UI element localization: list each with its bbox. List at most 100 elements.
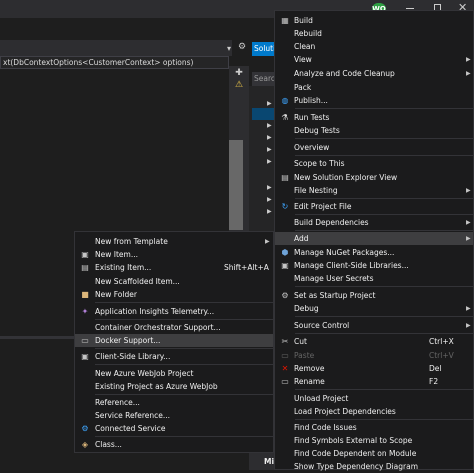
menu-item-unload-project[interactable]: Unload Project (275, 392, 473, 405)
solution-search-input[interactable]: Search Solution Explorer (252, 72, 276, 86)
menu-item-new-solution-view[interactable]: ▤ New Solution Explorer View (275, 171, 473, 184)
run-tests-icon: ⚗ (281, 113, 289, 122)
menu-item-remove[interactable]: ✕ Remove Del (275, 362, 473, 375)
expand-arrow-icon[interactable]: ▶ (267, 158, 272, 165)
menu-item-new-item[interactable]: ▣ New Item... (75, 248, 273, 261)
menu-separator (95, 394, 273, 395)
menu-item-set-startup[interactable]: ⚙ Set as Startup Project (275, 289, 473, 302)
paste-icon: ▭ (281, 351, 289, 360)
expand-arrow-icon[interactable]: ▶ (267, 184, 272, 191)
menu-item-add[interactable]: Add ▶ (275, 232, 473, 245)
minimize-icon[interactable] (406, 8, 414, 9)
class-icon: ◈ (81, 440, 89, 449)
menu-item-docker-support[interactable]: ▭ Docker Support... (75, 334, 273, 347)
menu-item-new-scaffolded-item[interactable]: New Scaffolded Item... (75, 275, 273, 288)
menu-item-cut[interactable]: ✂ Cut Ctrl+X (275, 335, 473, 348)
menu-item-build[interactable]: ▦ Build (275, 14, 473, 27)
submenu-arrow-icon: ▶ (466, 322, 471, 329)
menu-separator (295, 108, 473, 109)
gear-icon[interactable]: ⚙ (238, 42, 246, 52)
folder-icon: ■ (81, 290, 89, 299)
pin-icon[interactable]: ▾ (227, 44, 231, 53)
menu-item-client-side-library[interactable]: ▣ Client-Side Library... (75, 350, 273, 363)
scrollbar-thumb[interactable] (229, 140, 243, 230)
menu-item-analyze[interactable]: Analyze and Code Cleanup ▶ (275, 67, 473, 80)
menu-item-build-dependencies[interactable]: Build Dependencies ▶ (275, 216, 473, 229)
menu-item-manage-user-secrets[interactable]: Manage User Secrets (275, 272, 473, 285)
connected-service-icon: ⚙ (81, 424, 89, 433)
menu-separator (295, 286, 473, 287)
add-submenu: New from Template ▶ ▣ New Item... ▤ Existin… (74, 231, 274, 453)
menu-item-scope-to-this[interactable]: Scope to This (275, 157, 473, 170)
edit-project-icon: ↻ (281, 202, 289, 211)
solution-explorer-tab[interactable]: Solution Explorer (252, 42, 276, 56)
menu-separator (95, 364, 273, 365)
menu-item-type-dependency-diagram[interactable]: Show Type Dependency Diagram (275, 460, 473, 473)
selected-tree-node[interactable] (252, 108, 276, 120)
menu-item-existing-item[interactable]: ▤ Existing Item... Shift+Alt+A (75, 261, 273, 274)
warning-icon[interactable]: ⚠ (233, 80, 245, 90)
member-navigation-bar[interactable]: xt(DbContextOptions<CustomerContext> opt… (0, 56, 229, 69)
new-view-icon: ▤ (281, 173, 289, 182)
menu-item-new-azure-webjob[interactable]: New Azure WebJob Project (75, 367, 273, 380)
menu-item-source-control[interactable]: Source Control ▶ (275, 319, 473, 332)
menu-separator (95, 436, 273, 437)
menu-item-find-symbols-external[interactable]: Find Symbols External to Scope (275, 434, 473, 447)
menu-item-clean[interactable]: Clean (275, 40, 473, 53)
menu-item-existing-project-webjob[interactable]: Existing Project as Azure WebJob (75, 380, 273, 393)
menu-item-file-nesting[interactable]: File Nesting ▶ (275, 184, 473, 197)
menu-item-rebuild[interactable]: Rebuild (275, 27, 473, 40)
menu-separator (295, 230, 473, 231)
menu-item-view[interactable]: View ▶ (275, 53, 473, 66)
scissors-icon: ✂ (281, 337, 289, 346)
expand-arrow-icon[interactable]: ▶ (267, 208, 272, 215)
menu-item-debug[interactable]: Debug ▶ (275, 302, 473, 315)
menu-item-connected-service[interactable]: ⚙ Connected Service (75, 422, 273, 435)
submenu-arrow-icon: ▶ (466, 219, 471, 226)
menu-item-manage-client-libraries[interactable]: ▣ Manage Client-Side Libraries... (275, 259, 473, 272)
existing-item-icon: ▤ (81, 263, 89, 272)
menu-separator (295, 419, 473, 420)
new-item-icon: ▣ (81, 250, 89, 259)
document-tab-bar (0, 40, 232, 56)
menu-separator (95, 302, 273, 303)
menu-item-manage-nuget[interactable]: ⬢ Manage NuGet Packages... (275, 246, 473, 259)
build-icon: ▦ (281, 16, 289, 25)
menu-separator (295, 198, 473, 199)
menu-item-rename[interactable]: ▭ Rename F2 (275, 375, 473, 388)
startup-gear-icon: ⚙ (281, 291, 289, 300)
menu-item-application-insights[interactable]: ✦ Application Insights Telemetry... (75, 305, 273, 318)
expand-arrow-icon[interactable]: ▶ (267, 100, 272, 107)
code-snippet: xt(DbContextOptions<CustomerContext> opt… (3, 58, 194, 67)
publish-globe-icon: ◍ (281, 96, 289, 105)
submenu-arrow-icon: ▶ (466, 56, 471, 63)
expand-arrow-icon[interactable]: ▶ (267, 134, 272, 141)
plus-icon[interactable]: ✚ (233, 68, 245, 78)
menu-separator (295, 214, 473, 215)
menu-separator (95, 348, 273, 349)
menu-item-reference[interactable]: Reference... (75, 396, 273, 409)
menu-item-pack[interactable]: Pack (275, 81, 473, 94)
menu-item-find-code-dependent[interactable]: Find Code Dependent on Module (275, 447, 473, 460)
menu-item-publish[interactable]: ◍ Publish... (275, 94, 473, 107)
menu-item-find-code-issues[interactable]: Find Code Issues (275, 421, 473, 434)
menu-item-paste[interactable]: ▭ Paste Ctrl+V (275, 349, 473, 362)
menu-item-edit-project-file[interactable]: ↻ Edit Project File (275, 200, 473, 213)
expand-arrow-icon[interactable]: ▶ (267, 122, 272, 129)
menu-item-run-tests[interactable]: ⚗ Run Tests (275, 111, 473, 124)
menu-separator (295, 333, 473, 334)
menu-item-new-folder[interactable]: ■ New Folder (75, 288, 273, 301)
expand-arrow-icon[interactable]: ▶ (267, 196, 272, 203)
menu-item-debug-tests[interactable]: Debug Tests (275, 124, 473, 137)
rename-icon: ▭ (281, 377, 289, 386)
menu-item-new-from-template[interactable]: New from Template ▶ (75, 235, 273, 248)
menu-item-overview[interactable]: Overview (275, 141, 473, 154)
menu-item-container-orchestrator[interactable]: Container Orchestrator Support... (75, 321, 273, 334)
menu-item-load-dependencies[interactable]: Load Project Dependencies (275, 405, 473, 418)
menu-separator (95, 319, 273, 320)
menu-item-class[interactable]: ◈ Class... (75, 438, 273, 451)
expand-arrow-icon[interactable]: ▶ (267, 146, 272, 153)
project-context-menu: ▦ Build Rebuild Clean View ▶ Analyze and C… (274, 10, 474, 473)
submenu-arrow-icon: ▶ (466, 70, 471, 77)
menu-item-service-reference[interactable]: Service Reference... (75, 409, 273, 422)
